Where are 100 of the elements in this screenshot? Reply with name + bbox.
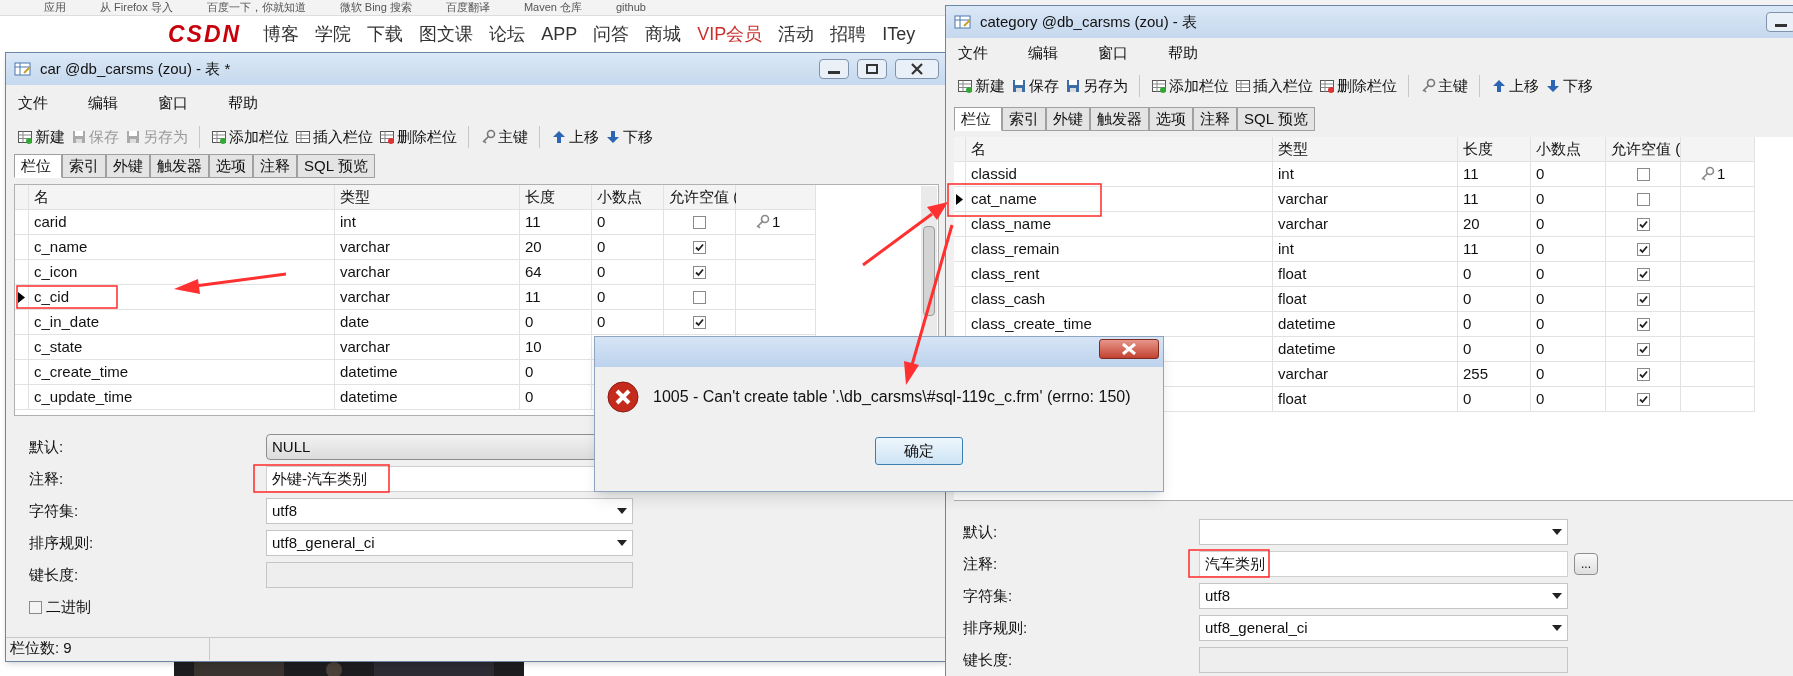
more-button[interactable]: ... [1574, 553, 1598, 575]
site-logo[interactable]: CSDN [168, 16, 242, 52]
nav-link[interactable]: APP [541, 20, 578, 48]
nav-link[interactable]: 博客 [263, 20, 300, 48]
bookmark-link[interactable]: 百度翻译 [445, 2, 490, 13]
dropdown[interactable]: utf8 [266, 498, 633, 524]
tab[interactable]: 注释 [253, 154, 297, 178]
checkbox[interactable] [693, 315, 706, 329]
checkbox[interactable] [29, 600, 42, 614]
tab[interactable]: 触发器 [1090, 107, 1149, 131]
dropdown[interactable]: utf8 [1199, 583, 1568, 609]
nav-link[interactable]: 图文课 [419, 20, 474, 48]
bookmark-link[interactable]: Maven 仓库 [523, 2, 582, 13]
checkbox[interactable] [693, 265, 706, 279]
toolbar-button[interactable]: 保存 [1008, 74, 1062, 98]
column-header[interactable]: 长度 [1458, 137, 1531, 162]
row-header-cell[interactable] [954, 262, 966, 287]
row-header-cell[interactable] [15, 385, 29, 410]
tab[interactable]: 选项 [1149, 107, 1193, 131]
bookmark-link[interactable]: github [615, 2, 646, 13]
maximize-button[interactable] [857, 59, 887, 79]
checkbox[interactable] [693, 215, 706, 229]
tab[interactable]: 索引 [62, 154, 106, 178]
close-button[interactable] [1099, 339, 1159, 359]
toolbar-button[interactable]: 上移 [1488, 74, 1542, 98]
nav-link[interactable]: 商城 [645, 20, 682, 48]
checkbox[interactable] [1636, 342, 1650, 356]
nav-link[interactable]: 论坛 [489, 20, 526, 48]
tab[interactable]: 索引 [1002, 107, 1046, 131]
text-field[interactable]: 汽车类别 [1199, 551, 1568, 577]
nav-link[interactable]: VIP会员 [697, 20, 763, 48]
nav-link[interactable]: 招聘 [830, 20, 867, 48]
bookmark-link[interactable]: 从 Firefox 导入 [100, 2, 173, 13]
row-header-cell[interactable] [15, 260, 29, 285]
toolbar-button[interactable]: 新建 [14, 125, 68, 149]
menu-item[interactable]: 帮助 [1168, 41, 1198, 65]
toolbar-button[interactable]: 删除栏位 [376, 125, 460, 149]
row-header-cell[interactable] [15, 360, 29, 385]
toolbar-button[interactable]: 主键 [1417, 74, 1471, 98]
nav-link[interactable]: 问答 [593, 20, 630, 48]
row-header-cell[interactable] [954, 162, 966, 187]
minimize-button[interactable] [819, 59, 849, 79]
toolbar-button[interactable]: 添加栏位 [1148, 74, 1232, 98]
row-header-cell[interactable] [15, 210, 29, 235]
row-header-cell[interactable] [15, 235, 29, 260]
bookmark-link[interactable]: 微软 Bing 搜索 [339, 2, 412, 13]
tab[interactable]: 选项 [209, 154, 253, 178]
checkbox[interactable] [1636, 267, 1650, 281]
column-header[interactable]: 长度 [520, 185, 592, 210]
column-header[interactable]: 类型 [1273, 137, 1458, 162]
tab[interactable]: 栏位 [954, 107, 1002, 131]
checkbox[interactable] [1636, 392, 1650, 406]
checkbox[interactable] [1636, 292, 1650, 306]
toolbar-button[interactable]: 下移 [1542, 74, 1596, 98]
minimize-button[interactable] [1766, 12, 1793, 32]
toolbar-button[interactable]: 主键 [477, 125, 531, 149]
tab[interactable]: 触发器 [150, 154, 209, 178]
checkbox[interactable] [693, 290, 706, 304]
checkbox[interactable] [693, 240, 706, 254]
nav-link[interactable]: 活动 [778, 20, 815, 48]
bookmark-link[interactable]: 百度一下，你就知道 [206, 2, 306, 13]
text-field[interactable] [1199, 647, 1568, 673]
row-header-cell[interactable] [954, 237, 966, 262]
nav-link[interactable]: ITey [882, 20, 916, 48]
menu-item[interactable]: 文件 [958, 41, 988, 65]
menu-item[interactable]: 文件 [18, 91, 48, 115]
toolbar-button[interactable]: 删除栏位 [1316, 74, 1400, 98]
toolbar-button[interactable]: 上移 [548, 125, 602, 149]
toolbar-button[interactable]: 新建 [954, 74, 1008, 98]
dropdown[interactable] [1199, 519, 1568, 545]
nav-link[interactable]: 学院 [315, 20, 352, 48]
toolbar-button[interactable]: 插入栏位 [1232, 74, 1316, 98]
close-button[interactable] [895, 59, 939, 79]
tab[interactable]: SQL 预览 [297, 154, 375, 178]
menu-item[interactable]: 窗口 [1098, 41, 1128, 65]
dropdown[interactable]: utf8_general_ci [266, 530, 633, 556]
nav-link[interactable]: 下载 [367, 20, 404, 48]
text-field[interactable] [266, 562, 633, 588]
row-header-cell[interactable] [954, 212, 966, 237]
row-header-cell[interactable] [15, 285, 29, 310]
toolbar-button[interactable]: 添加栏位 [208, 125, 292, 149]
column-header[interactable]: 允许空值 ( [1606, 137, 1681, 162]
column-header[interactable]: 小数点 [1531, 137, 1606, 162]
tab[interactable]: 注释 [1193, 107, 1237, 131]
menu-item[interactable]: 编辑 [88, 91, 118, 115]
row-header-cell[interactable] [15, 310, 29, 335]
menu-item[interactable]: 窗口 [158, 91, 188, 115]
toolbar-button[interactable]: 下移 [602, 125, 656, 149]
checkbox[interactable] [1636, 167, 1650, 181]
menu-item[interactable]: 编辑 [1028, 41, 1058, 65]
column-header[interactable]: 小数点 [592, 185, 664, 210]
row-header-cell[interactable] [15, 335, 29, 360]
checkbox[interactable] [1636, 242, 1650, 256]
column-header[interactable]: 类型 [335, 185, 520, 210]
tab[interactable]: 外键 [106, 154, 150, 178]
dropdown[interactable]: utf8_general_ci [1199, 615, 1568, 641]
checkbox[interactable] [1636, 217, 1650, 231]
checkbox[interactable] [1636, 317, 1650, 331]
toolbar-button[interactable]: 插入栏位 [292, 125, 376, 149]
toolbar-button[interactable]: 另存为 [1062, 74, 1131, 98]
